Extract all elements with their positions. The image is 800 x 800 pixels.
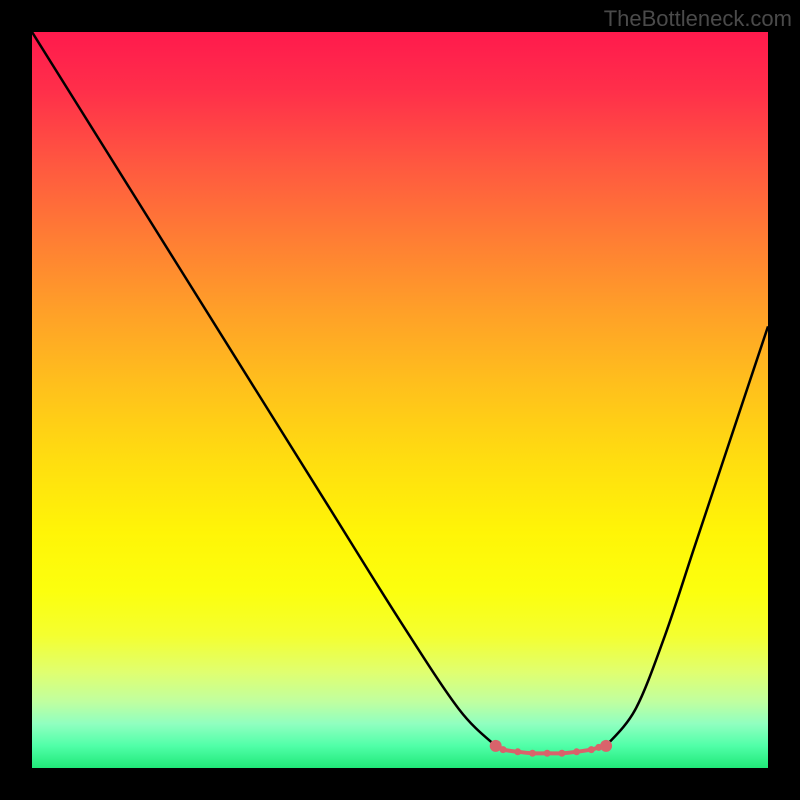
curve-right: [606, 326, 768, 746]
chart-svg: [32, 32, 768, 768]
marker-dot: [558, 750, 565, 757]
marker-dot: [514, 748, 521, 755]
marker-dot: [529, 750, 536, 757]
chart-container: TheBottleneck.com: [0, 0, 800, 800]
curve-left: [32, 32, 496, 746]
marker-dot: [544, 750, 551, 757]
watermark-text: TheBottleneck.com: [604, 6, 792, 32]
marker-dot: [573, 748, 580, 755]
marker-dot: [600, 740, 612, 752]
marker-dot: [500, 746, 507, 753]
marker-dot: [588, 746, 595, 753]
